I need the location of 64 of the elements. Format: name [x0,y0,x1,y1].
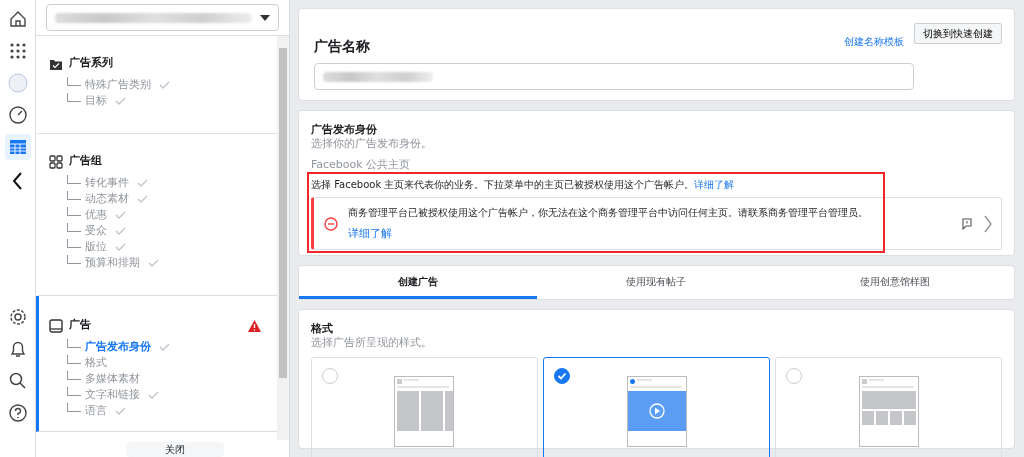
description-text: 选择 Facebook 主页来代表你的业务。下拉菜单中的主页已被授权使用这个广告帐户。详细了解 [311,178,736,192]
tree-connector [67,403,81,412]
tree-connector [67,371,81,380]
tree-item[interactable]: 多媒体素材 [85,372,140,386]
flag-icon[interactable] [961,217,973,230]
settings-icon[interactable] [7,307,28,327]
tree-connector [67,223,81,232]
error-icon [324,216,338,231]
search-icon[interactable] [7,371,28,391]
learn-more-link[interactable]: 详细了解 [694,179,735,191]
section-subtitle: 选择你的广告发布身份。 [311,137,433,152]
collection-preview-icon [858,375,919,447]
gauge-icon[interactable] [7,105,28,125]
grid-icon [49,154,63,169]
tab[interactable]: 使用现有帖子 [537,266,776,300]
tree-item[interactable]: 受众 [85,224,107,238]
tree-connector [67,239,81,248]
carousel-preview-icon [394,375,455,447]
tree-connector [67,255,81,264]
template-link[interactable]: 创建名称模板 [844,35,904,48]
section-title: 广告发布身份 [311,123,378,138]
tab[interactable]: 使用创意馆样图 [775,266,1014,300]
tree-connector [67,191,81,200]
tree-connector [67,339,81,348]
section-title: 格式 [311,322,334,337]
tree-connector [67,93,81,102]
tree-item[interactable]: 优惠 [85,208,107,222]
tree-connector [67,175,81,184]
tree-connector [67,207,81,216]
format-option[interactable] [543,356,770,457]
tree-item[interactable]: 广告发布身份 [85,340,151,354]
tree-item[interactable]: 转化事件 [85,176,129,190]
section-title: 广告名称 [314,37,371,56]
table-icon[interactable] [7,137,28,157]
section-subtitle: 选择广告所呈现的样式。 [311,336,433,351]
tree-item[interactable]: 特殊广告类别 [85,78,151,92]
tree-item[interactable]: 文字和链接 [85,388,140,402]
tree-connector [67,355,81,364]
quick-create-button[interactable]: 切换到快速创建 [914,23,1002,44]
tree-connector [67,387,81,396]
tree-item[interactable]: 动态素材 [85,192,129,206]
section-title[interactable]: 广告组 [69,154,102,169]
tree-item[interactable]: 版位 [85,240,107,254]
screen-icon [49,318,63,333]
help-icon[interactable] [7,403,28,423]
error-message: 商务管理平台已被授权使用这个广告帐户，你无法在这个商务管理平台中访问任何主页。请联系商务管理平台管理员。 [348,206,869,220]
name-field[interactable] [314,63,914,91]
chevron-right-icon[interactable] [983,213,993,234]
close-button[interactable]: 关闭 [126,442,224,457]
tree-item[interactable]: 格式 [85,356,107,370]
home-icon[interactable] [7,9,28,29]
learn-more-link[interactable]: 详细了解 [348,227,392,242]
tab[interactable]: 创建广告 [299,266,538,300]
tree-item[interactable]: 语言 [85,404,107,418]
radio-button[interactable] [554,367,571,384]
scrollbar[interactable] [277,36,289,440]
tree-connector [67,77,81,86]
caret-icon [260,14,270,21]
video-preview-icon [626,375,687,447]
tree-item[interactable]: 目标 [85,94,107,108]
tree-item[interactable]: 预算和排期 [85,256,140,270]
section-title[interactable]: 广告系列 [69,56,113,71]
section-title[interactable]: 广告 [69,318,91,333]
field-label: Facebook 公共主页 [311,157,411,173]
